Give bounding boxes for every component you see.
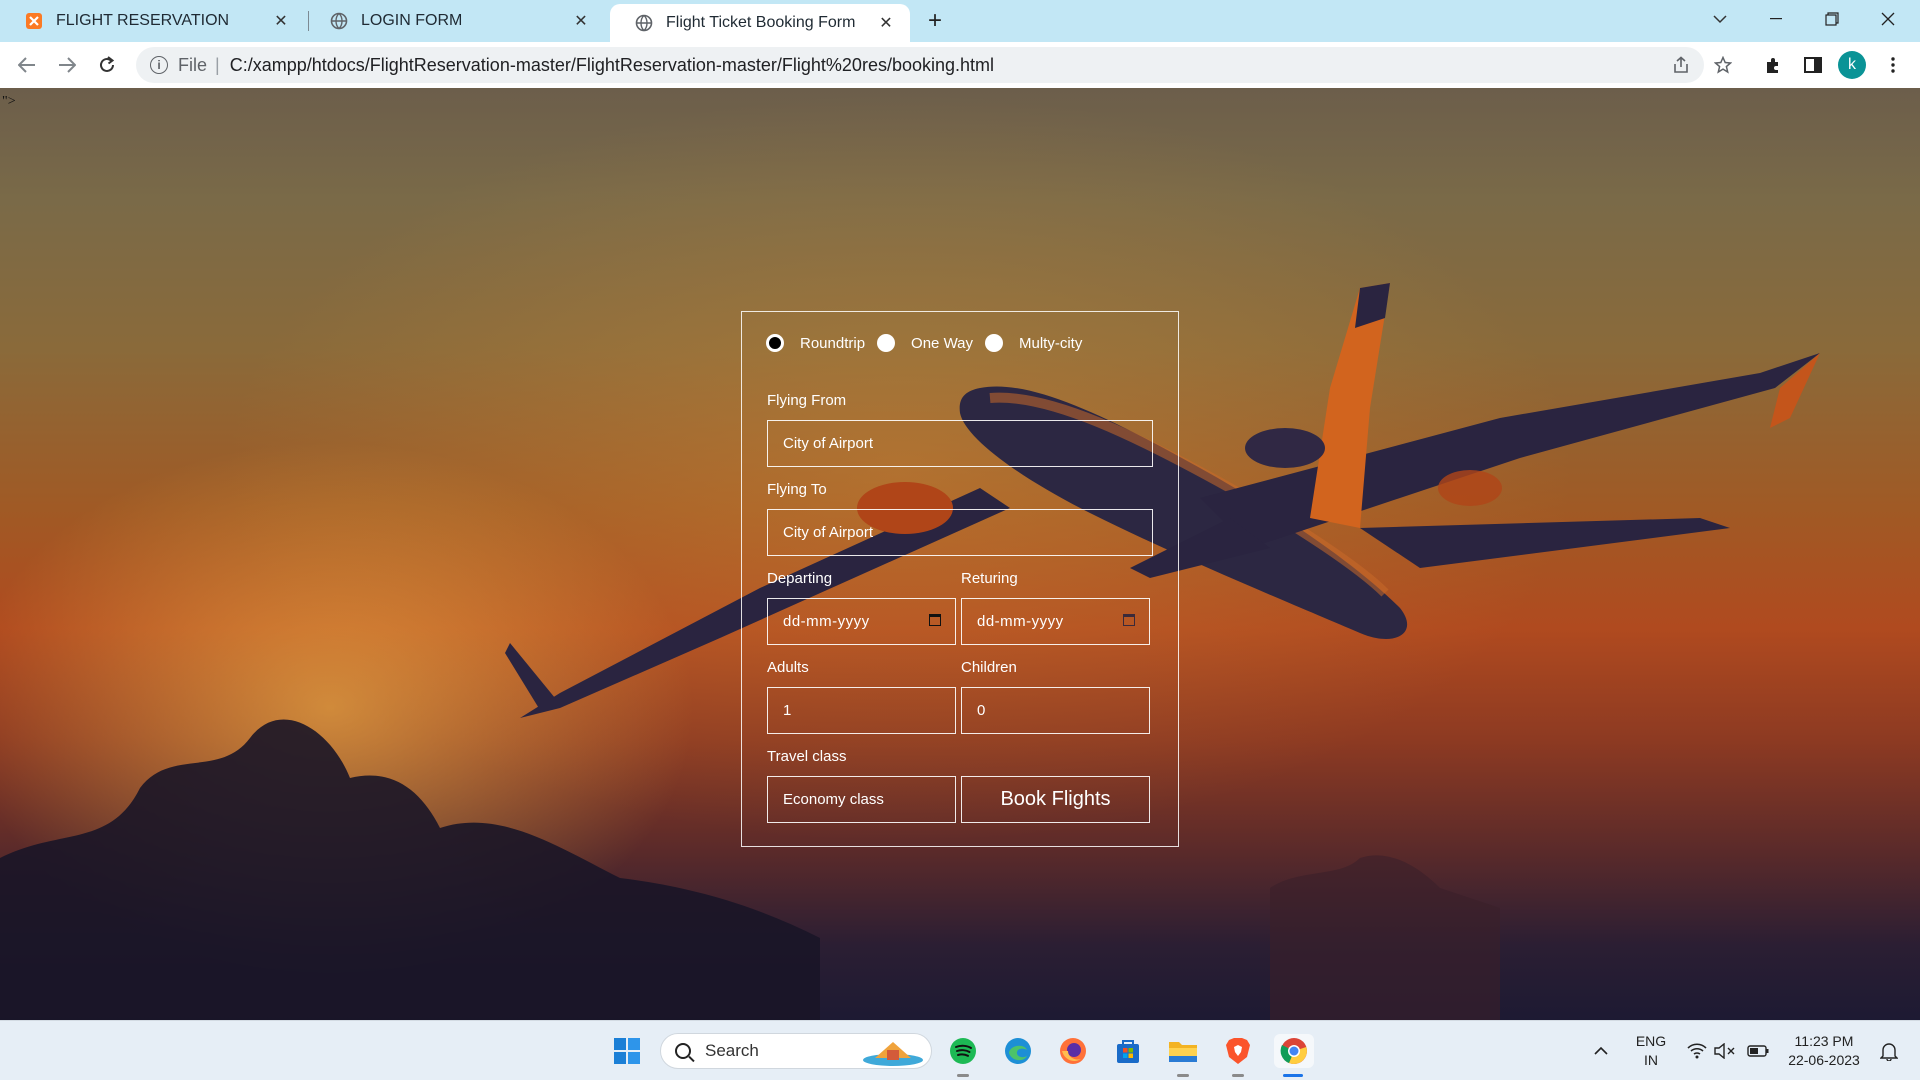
flying-from-field[interactable]	[767, 420, 1153, 467]
windows-taskbar: Search ENG IN 11:23 PM 22-06-2023	[0, 1020, 1920, 1080]
roundtrip-radio[interactable]	[766, 334, 784, 352]
window-close-icon[interactable]	[1860, 0, 1916, 38]
clock-date: 22-06-2023	[1788, 1052, 1860, 1068]
chrome-icon[interactable]	[1274, 1034, 1314, 1068]
minimize-icon[interactable]	[1748, 0, 1804, 38]
one-way-label: One Way	[911, 334, 974, 352]
new-tab-icon[interactable]: +	[922, 7, 948, 34]
returning-date-placeholder: dd-mm-yyyy	[977, 613, 1064, 630]
tray-chevron-up-icon[interactable]	[1584, 1034, 1618, 1068]
flying-to-field[interactable]	[767, 509, 1153, 556]
edge-icon[interactable]	[1001, 1034, 1035, 1068]
roundtrip-label: Roundtrip	[800, 334, 866, 352]
close-icon[interactable]: ✕	[571, 11, 591, 31]
calendar-icon[interactable]	[1123, 614, 1135, 626]
forward-icon[interactable]	[52, 50, 82, 80]
calendar-icon[interactable]	[929, 614, 941, 626]
active-indicator	[1283, 1074, 1303, 1077]
flying-to-label: Flying To	[767, 481, 827, 498]
windows-start-icon[interactable]	[610, 1034, 644, 1068]
running-indicator	[1177, 1074, 1189, 1077]
brave-icon[interactable]	[1221, 1034, 1255, 1068]
microsoft-store-icon[interactable]	[1111, 1034, 1145, 1068]
tab-strip: FLIGHT RESERVATION ✕ LOGIN FORM ✕ Flight…	[0, 0, 1920, 42]
back-icon[interactable]	[12, 50, 42, 80]
clock[interactable]: 11:23 PM 22-06-2023	[1782, 1032, 1866, 1070]
address-bar[interactable]: i File | C:/xampp/htdocs/FlightReservati…	[136, 47, 1704, 83]
trip-type-group: Roundtrip One Way Multy-city	[766, 334, 1094, 352]
tab-label: LOGIN FORM	[361, 12, 463, 29]
close-icon[interactable]: ✕	[876, 13, 896, 33]
booking-form: Roundtrip One Way Multy-city Flying From…	[741, 311, 1179, 847]
multi-city-label: Multy-city	[1019, 334, 1083, 352]
travel-class-select[interactable]: Economy class	[767, 776, 956, 823]
language-region: IN	[1644, 1052, 1658, 1068]
xampp-icon	[24, 11, 44, 31]
url-separator: |	[215, 54, 220, 75]
taskbar-search[interactable]: Search	[660, 1033, 932, 1069]
search-highlight-icon	[863, 1042, 923, 1066]
url-scheme: File	[178, 54, 208, 75]
extensions-icon[interactable]	[1756, 48, 1790, 82]
children-value: 0	[977, 702, 986, 719]
search-icon	[675, 1043, 691, 1059]
returning-label: Returing	[961, 570, 1018, 587]
running-indicator	[1232, 1074, 1244, 1077]
file-explorer-icon[interactable]	[1166, 1034, 1200, 1068]
one-way-radio[interactable]	[877, 334, 896, 352]
taskbar-search-label: Search	[705, 1041, 759, 1060]
spotify-icon[interactable]	[946, 1034, 980, 1068]
adults-label: Adults	[767, 659, 809, 676]
restore-icon[interactable]	[1804, 0, 1860, 38]
share-icon[interactable]	[1664, 48, 1698, 82]
browser-toolbar: i File | C:/xampp/htdocs/FlightReservati…	[0, 42, 1920, 88]
tab-login-form[interactable]: LOGIN FORM ✕	[305, 0, 605, 42]
tab-search-chevron-icon[interactable]	[1692, 0, 1748, 38]
globe-icon	[329, 11, 349, 31]
returning-date-field[interactable]: dd-mm-yyyy	[961, 598, 1150, 645]
flying-from-label: Flying From	[767, 392, 847, 409]
url-text[interactable]: C:/xampp/htdocs/FlightReservation-master…	[230, 55, 994, 76]
language-indicator[interactable]: ENG IN	[1626, 1032, 1676, 1070]
volume-muted-icon[interactable]	[1712, 1034, 1738, 1068]
info-icon[interactable]: i	[150, 56, 168, 74]
children-field[interactable]: 0	[961, 687, 1150, 734]
tab-flight-reservation[interactable]: FLIGHT RESERVATION ✕	[0, 0, 305, 42]
menu-kebab-icon[interactable]	[1876, 48, 1910, 82]
book-flights-button[interactable]: Book Flights	[961, 776, 1150, 823]
page-background: "> Roundtrip One Way Multy-city Flying F…	[0, 88, 1920, 1020]
departing-date-field[interactable]: dd-mm-yyyy	[767, 598, 956, 645]
reload-icon[interactable]	[92, 50, 122, 80]
firefox-icon[interactable]	[1056, 1034, 1090, 1068]
language-code: ENG	[1635, 1033, 1667, 1049]
departing-label: Departing	[767, 570, 833, 587]
close-icon[interactable]: ✕	[271, 11, 291, 31]
children-label: Children	[961, 659, 1017, 676]
flying-from-input[interactable]	[783, 435, 1152, 452]
battery-icon[interactable]	[1744, 1034, 1772, 1068]
tab-label: FLIGHT RESERVATION	[56, 12, 230, 29]
tab-flight-ticket-booking[interactable]: Flight Ticket Booking Form ✕	[610, 4, 910, 42]
travel-class-value: Economy class	[783, 791, 884, 808]
multi-city-radio[interactable]	[985, 334, 1004, 352]
clock-time: 11:23 PM	[1794, 1033, 1854, 1049]
adults-field[interactable]: 1	[767, 687, 956, 734]
wifi-icon[interactable]	[1684, 1034, 1710, 1068]
profile-avatar[interactable]: k	[1838, 51, 1866, 79]
running-indicator	[957, 1074, 969, 1077]
globe-icon	[634, 13, 654, 33]
notification-bell-icon[interactable]	[1874, 1034, 1904, 1068]
bookmark-star-icon[interactable]	[1706, 48, 1740, 82]
adults-value: 1	[783, 702, 792, 719]
flying-to-input[interactable]	[783, 524, 1152, 541]
side-panel-icon[interactable]	[1796, 48, 1830, 82]
tab-label: Flight Ticket Booking Form	[666, 14, 856, 31]
departing-date-placeholder: dd-mm-yyyy	[783, 613, 870, 630]
travel-class-label: Travel class	[767, 748, 847, 765]
